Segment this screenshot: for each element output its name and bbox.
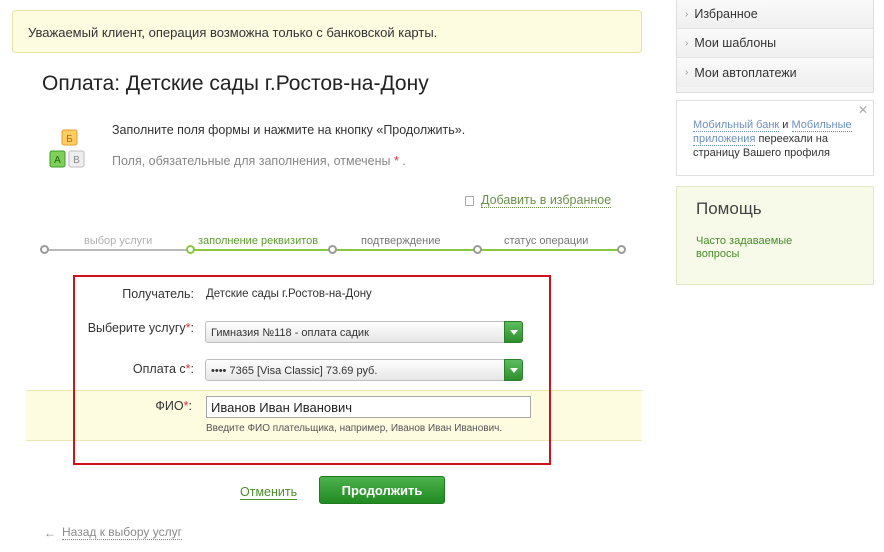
help-title: Помощь bbox=[696, 199, 762, 218]
block-letter-top: Б bbox=[66, 134, 73, 145]
cancel-link[interactable]: Отменить bbox=[240, 485, 298, 500]
faq-link[interactable]: Часто задаваемые вопросы bbox=[696, 235, 816, 261]
payment-label-colon: : bbox=[190, 362, 194, 376]
mobile-bank-link[interactable]: Мобильный банк bbox=[693, 119, 780, 132]
step-dot-5 bbox=[617, 245, 626, 254]
add-to-favorites-link[interactable]: Добавить в избранное bbox=[481, 193, 612, 208]
chevron-down-icon[interactable] bbox=[504, 359, 523, 381]
recipient-value: Детские сады г.Ростов-на-Дону bbox=[206, 288, 372, 300]
step-line-done bbox=[45, 249, 190, 251]
payment-card-select[interactable]: •••• 7365 [Visa Classic] 73.69 руб. bbox=[205, 359, 523, 381]
sidebar-item-label: Избранное bbox=[694, 7, 758, 21]
step-dot-1 bbox=[40, 245, 49, 254]
sidebar-item-templates[interactable]: › Мои шаблоны bbox=[677, 29, 873, 58]
info-and: и bbox=[779, 119, 792, 131]
blocks-icon: Б А В bbox=[49, 129, 85, 168]
service-select[interactable]: Гимназия №118 - оплата садик bbox=[205, 321, 523, 343]
recipient-label: Получатель: bbox=[122, 287, 194, 301]
chevron-right-icon: › bbox=[685, 67, 689, 78]
required-note-end: . bbox=[402, 154, 406, 168]
arrow-left-icon: ← bbox=[44, 525, 56, 540]
step-label-1: выбор услуги bbox=[84, 235, 153, 247]
help-box: Помощь Часто задаваемые вопросы bbox=[676, 186, 874, 285]
info-text: Мобильный банк и Мобильные приложения пе… bbox=[693, 118, 865, 160]
fio-input[interactable] bbox=[206, 396, 531, 418]
fio-label-text: ФИО bbox=[155, 399, 184, 413]
sidebar-menu: › Избранное › Мои шаблоны › Мои автоплат… bbox=[676, 0, 874, 93]
service-label-text: Выберите услугу bbox=[87, 321, 186, 335]
payment-label-text: Оплата с bbox=[132, 362, 186, 376]
block-letter-right: В bbox=[73, 155, 80, 166]
sidebar-item-autopayments[interactable]: › Мои автоплатежи bbox=[677, 58, 873, 87]
fio-hint: Введите ФИО плательщика, например, Ивано… bbox=[206, 423, 503, 434]
chevron-down-icon[interactable] bbox=[504, 321, 523, 343]
sidebar-item-label: Мои шаблоны bbox=[694, 36, 777, 50]
page-title: Оплата: Детские сады г.Ростов-на-Дону bbox=[42, 72, 429, 95]
progress-steps: выбор услуги заполнение реквизитов подтв… bbox=[40, 230, 626, 260]
chevron-right-icon: › bbox=[685, 37, 689, 49]
notice-banner: Уважаемый клиент, операция возможна толь… bbox=[12, 10, 642, 53]
step-label-4: статус операции bbox=[504, 235, 589, 247]
close-icon[interactable]: ✕ bbox=[858, 103, 868, 117]
add-to-favorites[interactable]: Добавить в избранное bbox=[465, 193, 612, 208]
continue-button[interactable]: Продолжить bbox=[319, 476, 445, 504]
service-select-value: Гимназия №118 - оплата садик bbox=[211, 327, 369, 339]
required-note-text: Поля, обязательные для заполнения, отмеч… bbox=[112, 154, 391, 168]
step-dot-3 bbox=[328, 245, 337, 254]
fio-label-colon: : bbox=[188, 399, 192, 413]
service-label-colon: : bbox=[190, 321, 194, 335]
payment-select-value: •••• 7365 [Visa Classic] 73.69 руб. bbox=[211, 365, 378, 377]
step-label-3: подтверждение bbox=[361, 235, 441, 247]
required-note: Поля, обязательные для заполнения, отмеч… bbox=[112, 154, 406, 168]
step-dot-2 bbox=[186, 245, 195, 254]
sidebar-item-label: Мои автоплатежи bbox=[694, 65, 797, 80]
step-label-2: заполнение реквизитов bbox=[198, 235, 319, 247]
required-star: * bbox=[394, 154, 399, 168]
info-box: ✕ Мобильный банк и Мобильные приложения … bbox=[676, 100, 874, 176]
sidebar-item-favorites[interactable]: › Избранное bbox=[677, 0, 873, 29]
chevron-right-icon: › bbox=[685, 8, 689, 20]
service-label: Выберите услугу*: bbox=[44, 321, 194, 335]
back-link[interactable]: ← Назад к выбору услуг bbox=[44, 525, 182, 540]
block-letter-left: А bbox=[54, 155, 61, 166]
fio-label: ФИО*: bbox=[42, 399, 192, 413]
step-line-current bbox=[190, 249, 332, 251]
favorites-checkbox-icon[interactable] bbox=[465, 195, 474, 206]
intro-text: Заполните поля формы и нажмите на кнопку… bbox=[112, 123, 466, 137]
step-dot-4 bbox=[473, 245, 482, 254]
payment-label: Оплата с*: bbox=[44, 362, 194, 376]
back-link-label[interactable]: Назад к выбору услуг bbox=[62, 525, 182, 540]
